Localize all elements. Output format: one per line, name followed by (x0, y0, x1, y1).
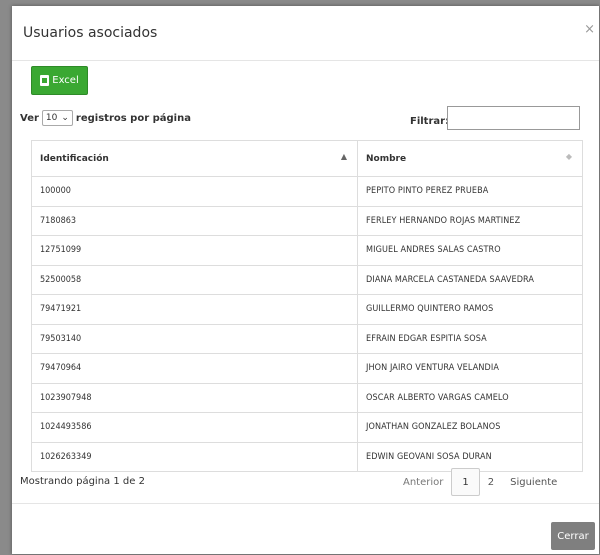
modal-footer: Cerrar (12, 503, 599, 555)
cell-identificacion: 100000 (31, 176, 358, 207)
sort-asc-icon: ▲ (340, 152, 347, 161)
filter-input[interactable] (447, 106, 580, 130)
cell-nombre: GUILLERMO QUINTERO RAMOS (357, 294, 583, 325)
filter-label: Filtrar: (410, 116, 450, 127)
table-row[interactable]: 12751099 MIGUEL ANDRES SALAS CASTRO (31, 235, 583, 266)
modal-title: Usuarios asociados (23, 25, 158, 41)
cell-nombre: JONATHAN GONZALEZ BOLANOS (357, 412, 583, 443)
table-row[interactable]: 1023907948 OSCAR ALBERTO VARGAS CAMELO (31, 382, 583, 413)
cell-identificacion: 79503140 (31, 323, 358, 354)
records-per-page-select[interactable]: 10 ⌄ (41, 110, 73, 126)
cell-nombre: PEPITO PINTO PEREZ PRUEBA (357, 176, 583, 207)
column-header-identificacion[interactable]: Identificación ▲ (31, 140, 358, 177)
length-prefix: Ver (20, 112, 39, 124)
cell-nombre: DIANA MARCELA CASTANEDA SAAVEDRA (357, 264, 583, 295)
file-excel-icon (40, 75, 50, 86)
cell-identificacion: 7180863 (31, 205, 358, 236)
table-row[interactable]: 52500058 DIANA MARCELA CASTANEDA SAAVEDRA (31, 264, 583, 295)
column-header-nombre[interactable]: Nombre ◆ (357, 140, 583, 177)
table-row[interactable]: 1026263349 EDWIN GEOVANI SOSA DURAN (31, 441, 583, 472)
table-row[interactable]: 79471921 GUILLERMO QUINTERO RAMOS (31, 294, 583, 325)
records-per-page-value: 10 (45, 113, 58, 123)
cell-identificacion: 12751099 (31, 235, 358, 266)
cell-nombre: JHON JAIRO VENTURA VELANDIA (357, 353, 583, 384)
table-header-row: Identificación ▲ Nombre ◆ (31, 140, 583, 177)
users-table: Identificación ▲ Nombre ◆ 100000 PEPITO P… (31, 140, 583, 472)
table-row[interactable]: 1024493586 JONATHAN GONZALEZ BOLANOS (31, 412, 583, 443)
table-row[interactable]: 79470964 JHON JAIRO VENTURA VELANDIA (31, 353, 583, 384)
cerrar-button[interactable]: Cerrar (551, 522, 595, 550)
table-row[interactable]: 79503140 EFRAIN EDGAR ESPITIA SOSA (31, 323, 583, 354)
table-row[interactable]: 100000 PEPITO PINTO PEREZ PRUEBA (31, 176, 583, 207)
previous-page-button[interactable]: Anterior (395, 469, 451, 495)
cell-identificacion: 52500058 (31, 264, 358, 295)
cell-nombre: FERLEY HERNANDO ROJAS MARTINEZ (357, 205, 583, 236)
cell-nombre: OSCAR ALBERTO VARGAS CAMELO (357, 382, 583, 413)
next-page-button[interactable]: Siguiente (502, 469, 565, 495)
cell-identificacion: 79470964 (31, 353, 358, 384)
chevron-down-icon: ⌄ (61, 113, 69, 123)
cell-identificacion: 1026263349 (31, 441, 358, 472)
page-1-button[interactable]: 1 (451, 468, 480, 496)
excel-button-label: Excel (52, 75, 79, 86)
table-info: Mostrando página 1 de 2 (20, 476, 145, 487)
sort-icon: ◆ (565, 152, 572, 161)
modal-header: Usuarios asociados × (12, 6, 599, 61)
length-menu: Ver 10 ⌄ registros por página (20, 110, 191, 126)
cell-nombre: MIGUEL ANDRES SALAS CASTRO (357, 235, 583, 266)
cell-nombre: EFRAIN EDGAR ESPITIA SOSA (357, 323, 583, 354)
close-icon[interactable]: × (584, 22, 595, 37)
table-row[interactable]: 7180863 FERLEY HERNANDO ROJAS MARTINEZ (31, 205, 583, 236)
cell-identificacion: 1023907948 (31, 382, 358, 413)
usuarios-asociados-modal: Usuarios asociados × Excel Ver 10 ⌄ regi… (12, 6, 599, 554)
length-suffix: registros por página (75, 112, 191, 124)
cell-identificacion: 1024493586 (31, 412, 358, 443)
pagination: Anterior 1 2 Siguiente (395, 468, 565, 496)
cell-identificacion: 79471921 (31, 294, 358, 325)
excel-export-button[interactable]: Excel (31, 66, 88, 95)
page-2-button[interactable]: 2 (480, 469, 502, 495)
